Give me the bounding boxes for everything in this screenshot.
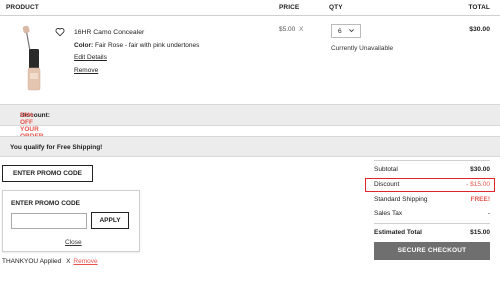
- heart-outline-icon[interactable]: [55, 27, 65, 37]
- summary-divider-bottom: [374, 223, 490, 224]
- column-header-product: PRODUCT: [6, 4, 39, 11]
- line-total: $30.00: [469, 26, 490, 33]
- subtotal-label: Subtotal: [374, 166, 398, 173]
- shipping-label: Standard Shipping: [374, 196, 428, 203]
- remove-item-link[interactable]: Remove: [74, 67, 98, 74]
- column-header-total: TOTAL: [468, 4, 490, 11]
- column-header-price: PRICE: [279, 4, 300, 11]
- applied-status: Applied: [39, 258, 62, 265]
- edit-details-link[interactable]: Edit Details: [74, 54, 107, 61]
- estimated-total-label: Estimated Total: [374, 229, 422, 236]
- quantity-select[interactable]: 6: [331, 24, 361, 38]
- discount-label: Discount: [374, 181, 400, 188]
- promo-panel-title: ENTER PROMO CODE: [11, 200, 80, 207]
- apply-button[interactable]: APPLY: [91, 212, 129, 229]
- availability-status: Currently Unavailable: [331, 45, 394, 52]
- cart-header-row: PRODUCT PRICE QTY TOTAL: [0, 0, 500, 16]
- chevron-down-icon: [348, 27, 355, 36]
- free-shipping-banner: You qualify for Free Shipping!: [0, 136, 500, 157]
- enter-promo-code-button[interactable]: ENTER PROMO CODE: [2, 165, 93, 182]
- summary-divider: [374, 160, 490, 161]
- applied-code: THANKYOU: [2, 258, 39, 265]
- discount-value: - $15.00: [466, 181, 490, 188]
- promo-code-input[interactable]: [11, 213, 87, 229]
- shipping-value: FREE!: [470, 196, 491, 203]
- sales-tax-value: -: [487, 210, 490, 217]
- remove-promo-link[interactable]: Remove: [73, 258, 97, 265]
- product-color-label: Color:: [74, 42, 94, 49]
- estimated-total-value: $15.00: [470, 229, 490, 236]
- unit-price: $5.00: [279, 26, 296, 33]
- product-name[interactable]: 16HR Camo Concealer: [74, 29, 144, 36]
- product-image[interactable]: [17, 25, 49, 93]
- product-color: Color: Fair Rose - fair with pink undert…: [74, 42, 199, 49]
- product-color-value: Fair Rose - fair with pink undertones: [94, 42, 200, 49]
- times-symbol: X: [299, 26, 304, 33]
- close-icon[interactable]: X: [66, 258, 70, 265]
- discount-banner: Discount: 50% OFF YOUR ORDER OF $30+!: [0, 104, 500, 154]
- promo-code-panel: ENTER PROMO CODE APPLY Close: [2, 190, 140, 252]
- close-promo-link[interactable]: Close: [65, 239, 82, 246]
- secure-checkout-button[interactable]: SECURE CHECKOUT: [374, 242, 490, 260]
- free-shipping-text: You qualify for Free Shipping!: [10, 144, 103, 151]
- applied-promo-row: THANKYOU Applied X Remove: [2, 258, 98, 265]
- sales-tax-label: Sales Tax: [374, 210, 403, 217]
- column-header-qty: QTY: [329, 4, 343, 11]
- quantity-value: 6: [338, 28, 342, 35]
- subtotal-value: $30.00: [470, 166, 490, 173]
